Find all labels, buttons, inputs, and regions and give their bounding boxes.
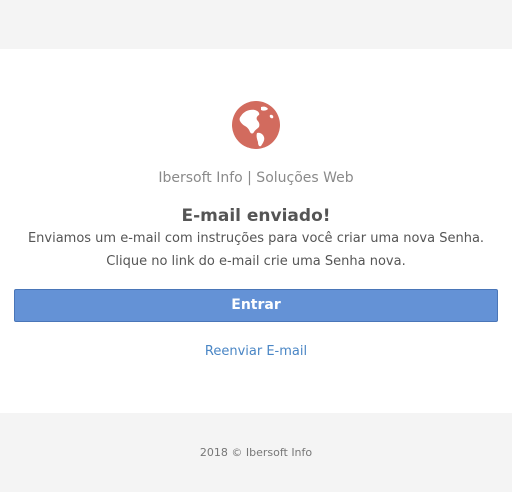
brand-name: Ibersoft Info | Soluções Web [158,170,354,186]
footer-copyright: 2018 © Ibersoft Info [199,446,313,459]
confirmation-card: Ibersoft Info | Soluções Web E-mail envi… [0,49,512,413]
globe-icon [232,101,280,149]
page-title: E-mail enviado! [181,206,331,226]
message-line-2: Clique no link do e-mail crie uma Senha … [106,254,406,269]
resend-email-link[interactable]: Reenviar E-mail [0,344,512,359]
message-line-1: Enviamos um e-mail com instruções para v… [27,231,485,246]
login-button[interactable]: Entrar [14,289,498,322]
